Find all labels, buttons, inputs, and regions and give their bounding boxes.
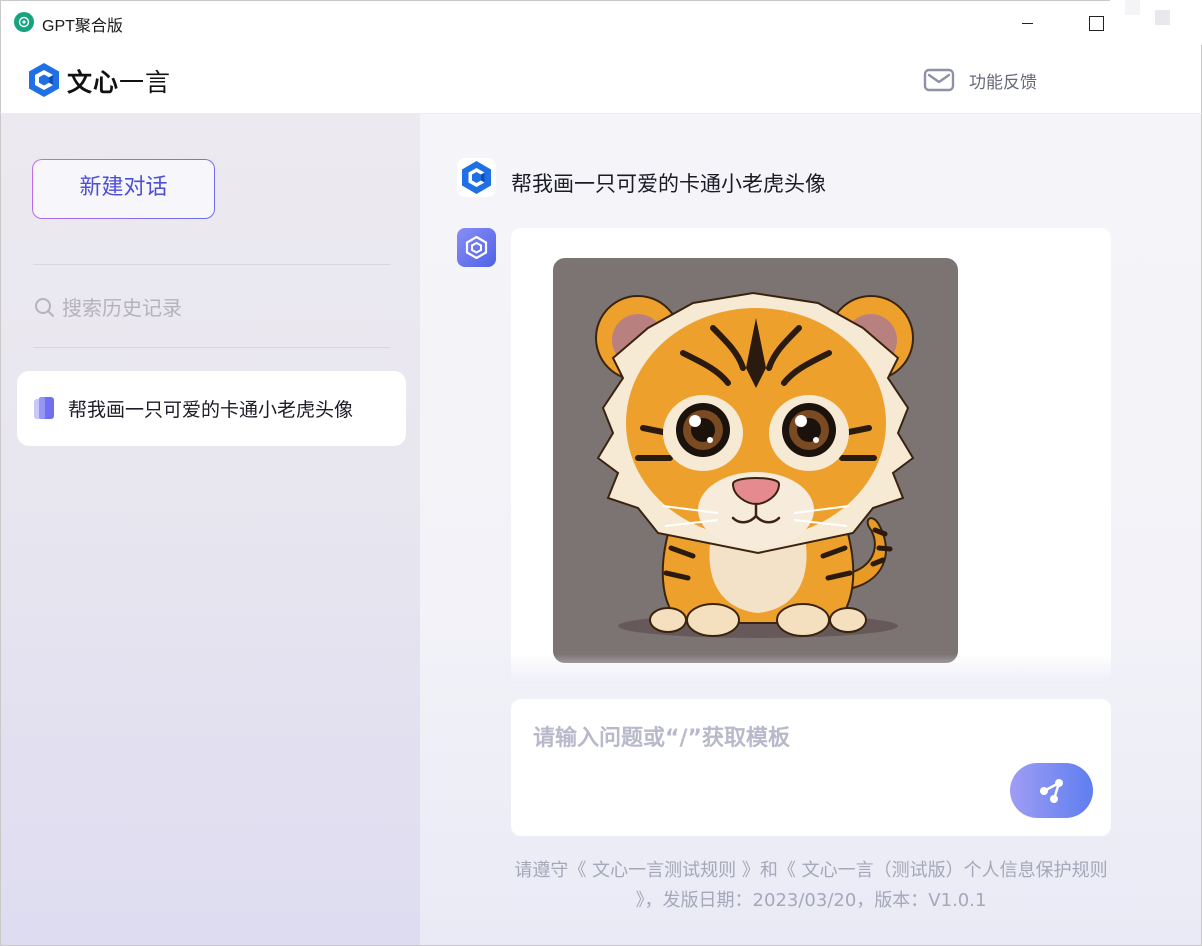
user-message: 帮我画一只可爱的卡通小老虎头像 bbox=[511, 172, 826, 196]
feedback-button[interactable]: 功能反馈 bbox=[923, 65, 1037, 95]
send-button[interactable] bbox=[1010, 763, 1093, 818]
history-item-label: 帮我画一只可爱的卡通小老虎头像 bbox=[68, 399, 354, 421]
history-item[interactable]: 帮我画一只可爱的卡通小老虎头像 bbox=[17, 371, 406, 446]
send-icon bbox=[1040, 779, 1063, 803]
search-icon bbox=[35, 298, 54, 317]
prompt-input[interactable] bbox=[533, 721, 1053, 755]
mail-icon bbox=[923, 68, 955, 92]
sidebar-divider bbox=[33, 264, 390, 265]
new-chat-button[interactable]: 新建对话 bbox=[32, 159, 215, 219]
sidebar-divider bbox=[33, 347, 390, 348]
app-header: 文心一言 功能反馈 bbox=[0, 45, 1202, 114]
sidebar: 新建对话 帮我画一只可爱的卡通小老虎头像 bbox=[0, 114, 420, 946]
ernie-logo-icon bbox=[27, 62, 61, 102]
tiger-image[interactable] bbox=[553, 258, 958, 663]
assistant-avatar bbox=[457, 228, 496, 267]
prompt-composer bbox=[511, 699, 1111, 836]
chat-history-icon bbox=[34, 396, 54, 421]
minimize-button[interactable] bbox=[1004, 1, 1050, 46]
user-avatar bbox=[457, 158, 496, 197]
search-input[interactable] bbox=[62, 296, 362, 320]
assistant-message-card bbox=[511, 228, 1111, 684]
feedback-label: 功能反馈 bbox=[969, 72, 1037, 93]
history-search[interactable] bbox=[34, 292, 390, 324]
chat-main: 帮我画一只可爱的卡通小老虎头像 请输入问题或“/”获取模板 请遵守《 文心一言测… bbox=[420, 114, 1202, 946]
window-title: GPT聚合版 bbox=[42, 18, 123, 35]
window-titlebar: GPT聚合版 bbox=[0, 0, 1202, 45]
footer-disclaimer: 请遵守《 文心一言测试规则 》和《 文心一言（测试版）个人信息保护规则 》，发版… bbox=[514, 860, 1108, 911]
openai-app-icon bbox=[14, 12, 34, 32]
app-logo-text: 文心一言 bbox=[67, 68, 172, 97]
